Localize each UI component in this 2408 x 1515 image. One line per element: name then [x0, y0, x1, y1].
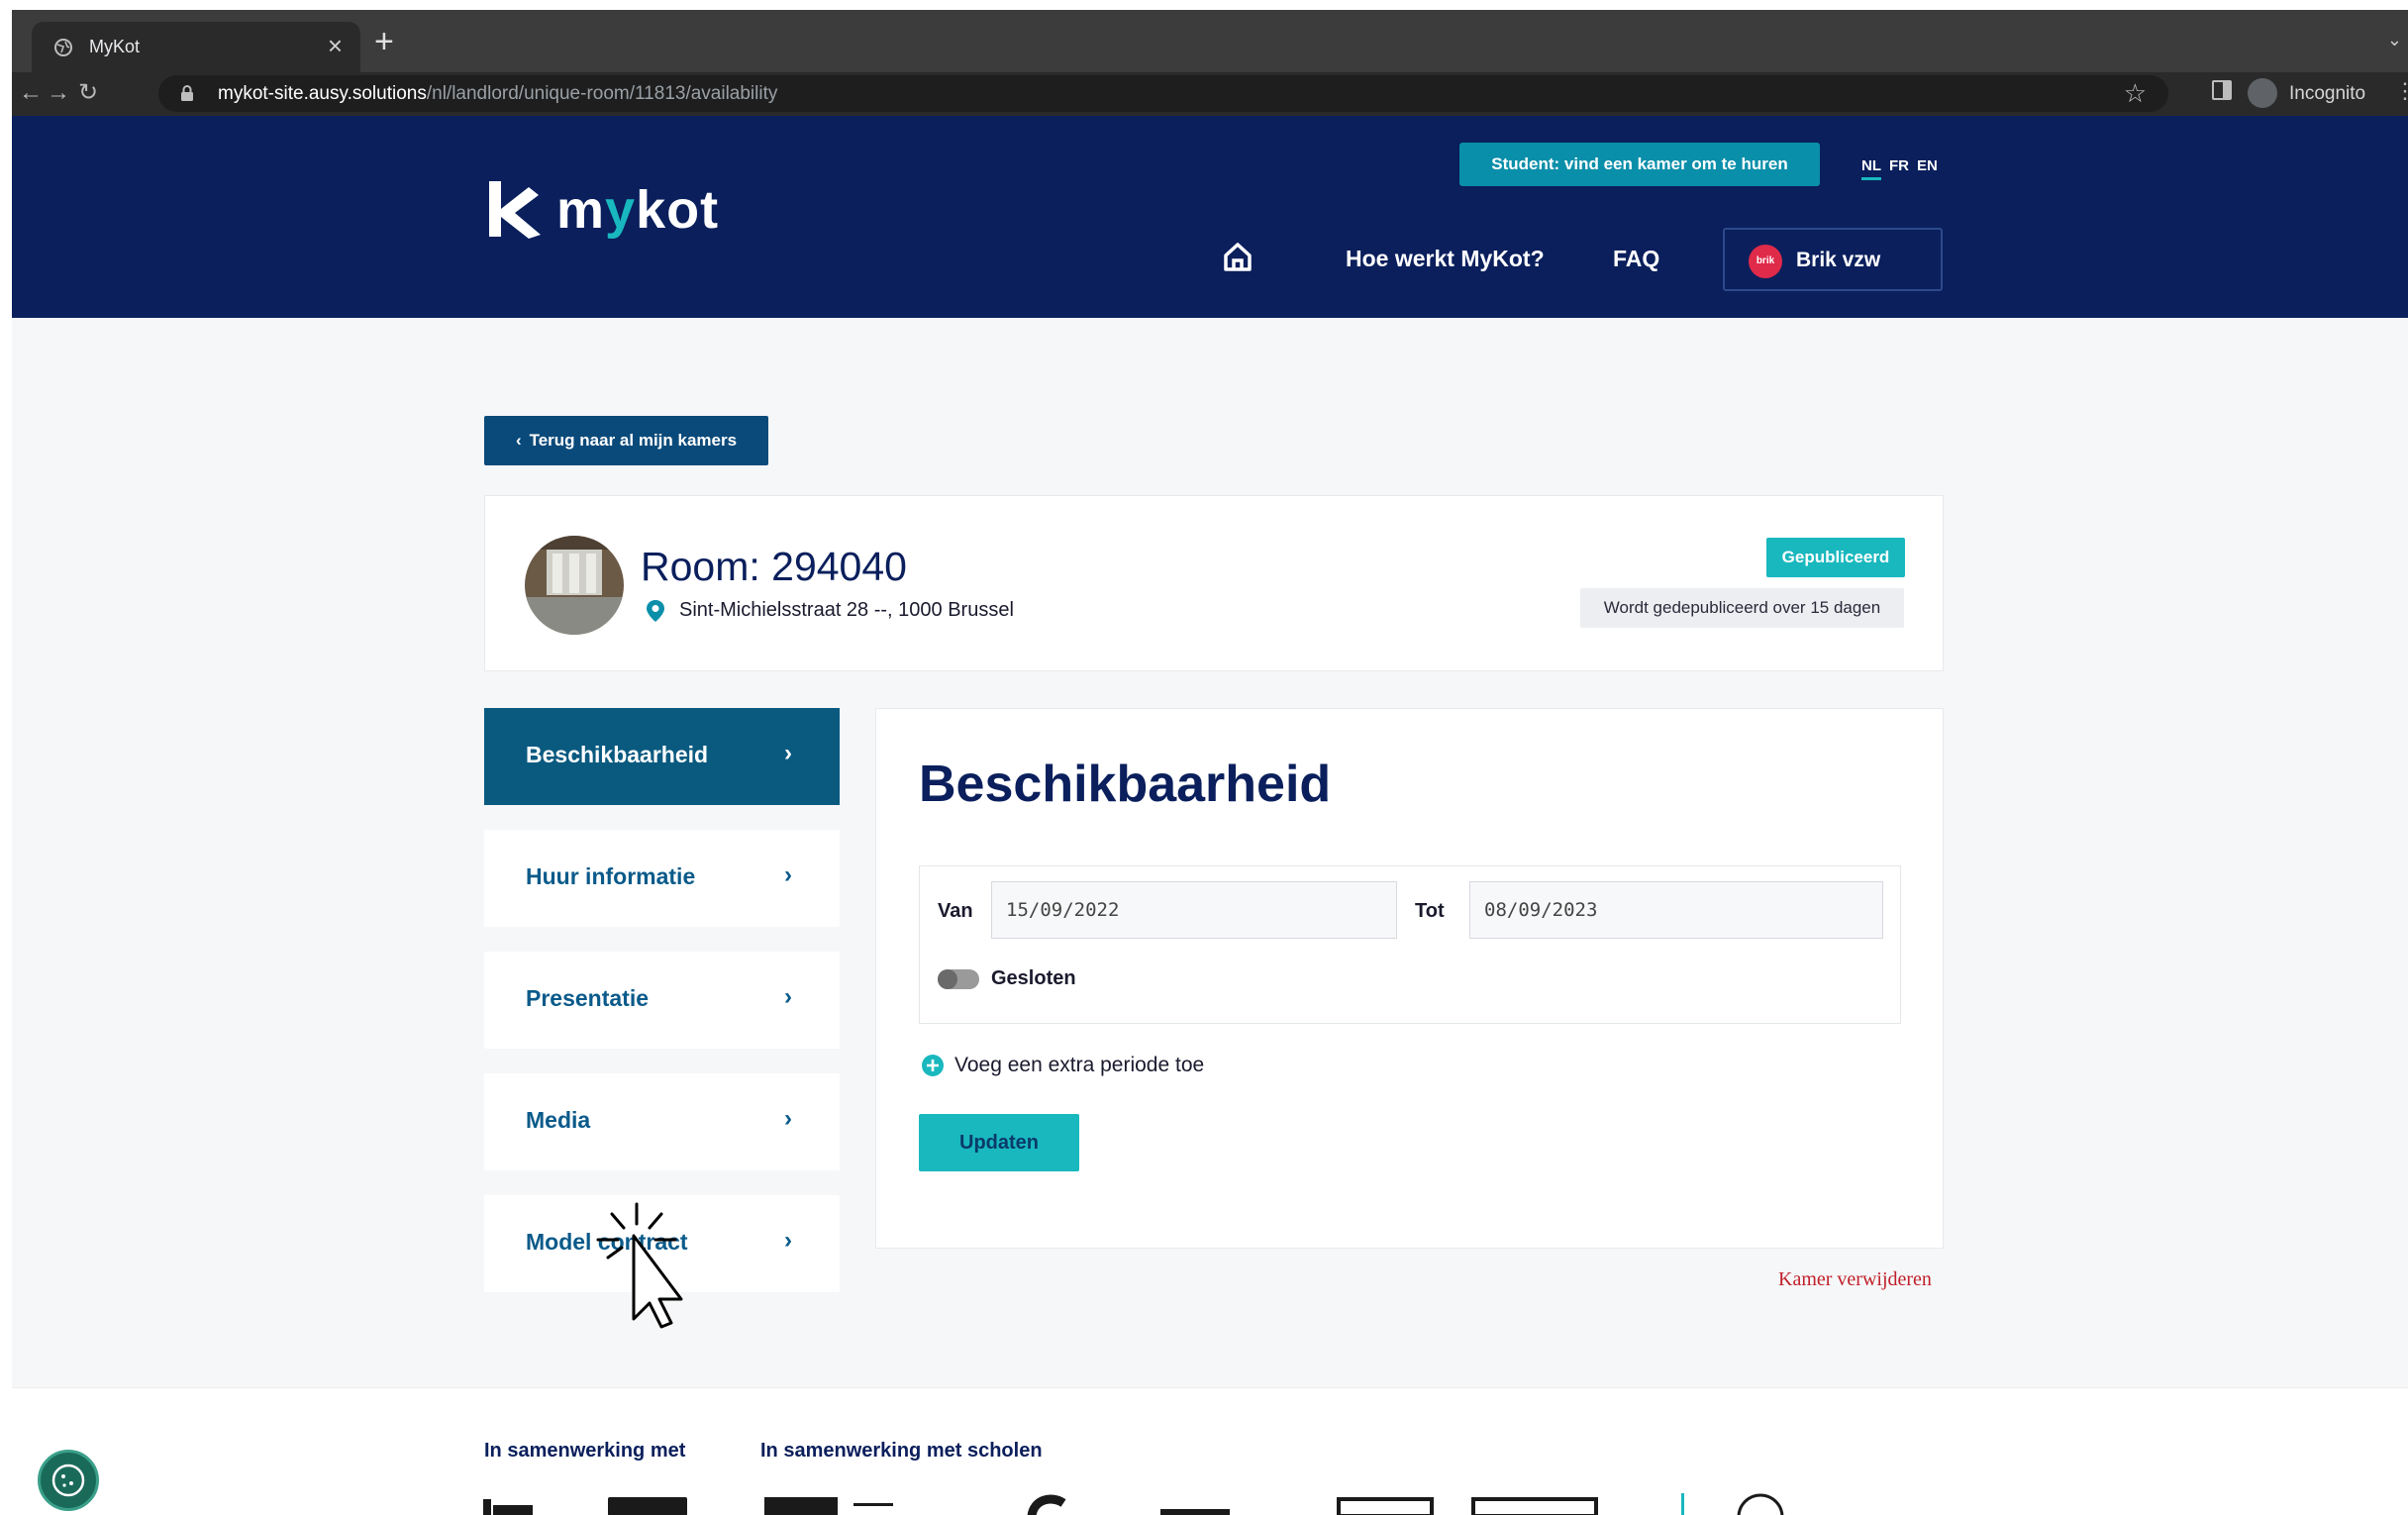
location-pin-icon [647, 600, 664, 622]
lang-nl[interactable]: NL [1861, 157, 1881, 180]
sidebar-item-presentation[interactable]: Presentatie › [484, 952, 840, 1049]
closed-label: Gesloten [991, 967, 1076, 989]
update-button[interactable]: Updaten [919, 1114, 1079, 1171]
student-cta-button[interactable]: Student: vind een kamer om te huren [1459, 143, 1820, 186]
sidebar-item-label: Huur informatie [526, 863, 696, 889]
from-label: Van [938, 900, 973, 922]
side-panel-icon[interactable] [2212, 80, 2232, 100]
url-host: mykot-site.ausy.solutions [218, 83, 427, 104]
chevron-right-icon: › [784, 740, 792, 766]
window-frame [0, 0, 2408, 10]
chevron-right-icon: › [784, 1105, 792, 1132]
sidebar-item-media[interactable]: Media › [484, 1073, 840, 1170]
chevron-right-icon: › [784, 1227, 792, 1254]
browser-menu-icon[interactable]: ⋮ [2394, 78, 2408, 104]
room-title: Room: 294040 [641, 544, 907, 589]
lang-en[interactable]: EN [1917, 157, 1938, 174]
avatar: brik [1749, 245, 1782, 278]
page-title: Beschikbaarheid [919, 756, 1332, 813]
sidebar-item-availability[interactable]: Beschikbaarheid › [484, 708, 840, 805]
to-label: Tot [1415, 900, 1445, 922]
forward-icon[interactable]: → [44, 78, 73, 108]
schools-heading: In samenwerking met scholen [760, 1440, 1043, 1462]
closed-toggle[interactable] [938, 969, 979, 989]
chevron-right-icon: › [784, 861, 792, 888]
logo-text-part: m [556, 180, 606, 240]
add-period-label: Voeg een extra periode toe [954, 1054, 1205, 1076]
room-summary-card: Room: 294040 Sint-Michielsstraat 28 --, … [484, 495, 1944, 671]
sidebar-item-label: Presentatie [526, 985, 650, 1011]
nav-how-it-works[interactable]: Hoe werkt MyKot? [1346, 246, 1545, 272]
site-header: mykot Student: vind een kamer om te hure… [12, 116, 2408, 318]
back-icon[interactable]: ← [16, 78, 46, 108]
availability-panel: Beschikbaarheid Van 15/09/2022 Tot 08/09… [875, 708, 1944, 1249]
account-button[interactable]: brik Brik vzw [1723, 228, 1943, 291]
tab-search-icon[interactable]: ⌄ [2387, 30, 2402, 50]
plus-circle-icon [922, 1055, 944, 1076]
tab-title: MyKot [89, 37, 141, 56]
lang-fr[interactable]: FR [1889, 157, 1909, 174]
sidebar-item-label: Beschikbaarheid [526, 742, 709, 767]
delete-room-link[interactable]: Kamer verwijderen [1778, 1268, 1932, 1291]
mykot-logo[interactable]: mykot [485, 179, 719, 241]
sidebar-item-label: Media [526, 1107, 591, 1133]
partners-heading: In samenwerking met [484, 1440, 686, 1462]
add-period-link[interactable]: Voeg een extra periode toe [921, 1054, 1204, 1077]
back-to-rooms-button[interactable]: ‹ Terug naar al mijn kamers [484, 416, 768, 465]
address-bar[interactable]: mykot-site.ausy.solutions/nl/landlord/un… [158, 75, 2168, 112]
status-badge: Gepubliceerd [1766, 538, 1905, 577]
logo-mark-icon [489, 181, 541, 239]
tab-close-icon[interactable]: × [328, 33, 343, 58]
incognito-icon[interactable] [2248, 78, 2277, 108]
new-tab-button[interactable]: + [374, 25, 394, 58]
from-date-input[interactable]: 15/09/2022 [991, 881, 1397, 939]
lock-icon [181, 85, 193, 101]
reload-icon[interactable]: ↻ [73, 78, 103, 108]
logo-text: mykot [556, 179, 719, 241]
account-name: Brik vzw [1796, 249, 1881, 271]
browser-toolbar: ← → ↻ mykot-site.ausy.solutions/nl/landl… [12, 72, 2408, 116]
unpublish-note: Wordt gedepubliceerd over 15 dagen [1580, 588, 1904, 628]
globe-icon [54, 39, 72, 56]
chevron-left-icon: ‹ [515, 431, 522, 450]
browser-tab[interactable]: MyKot × [32, 22, 360, 72]
footer: In samenwerking met In samenwerking met … [12, 1387, 2408, 1515]
incognito-label[interactable]: Incognito [2289, 83, 2365, 105]
logo-text-part: kot [636, 180, 720, 240]
star-icon[interactable]: ☆ [2124, 79, 2147, 107]
toggle-knob [938, 969, 957, 989]
room-address: Sint-Michielsstraat 28 --, 1000 Brussel [679, 599, 1014, 621]
sidebar-item-rent-info[interactable]: Huur informatie › [484, 830, 840, 927]
cursor-icon [596, 1202, 683, 1329]
room-photo [525, 536, 624, 635]
nav-faq[interactable]: FAQ [1613, 246, 1659, 272]
chevron-right-icon: › [784, 983, 792, 1010]
partner-logos [483, 1493, 1784, 1515]
to-date-input[interactable]: 08/09/2023 [1469, 881, 1883, 939]
logo-text-accent: y [605, 180, 637, 240]
home-icon[interactable] [1222, 242, 1254, 271]
url-path: /nl/landlord/unique-room/11813/availabil… [426, 83, 778, 104]
url-text: mykot-site.ausy.solutions/nl/landlord/un… [218, 83, 777, 105]
back-button-label: Terug naar al mijn kamers [529, 431, 738, 450]
tab-strip: MyKot × + ⌄ [12, 10, 2408, 72]
availability-period: Van 15/09/2022 Tot 08/09/2023 Gesloten [919, 865, 1901, 1024]
